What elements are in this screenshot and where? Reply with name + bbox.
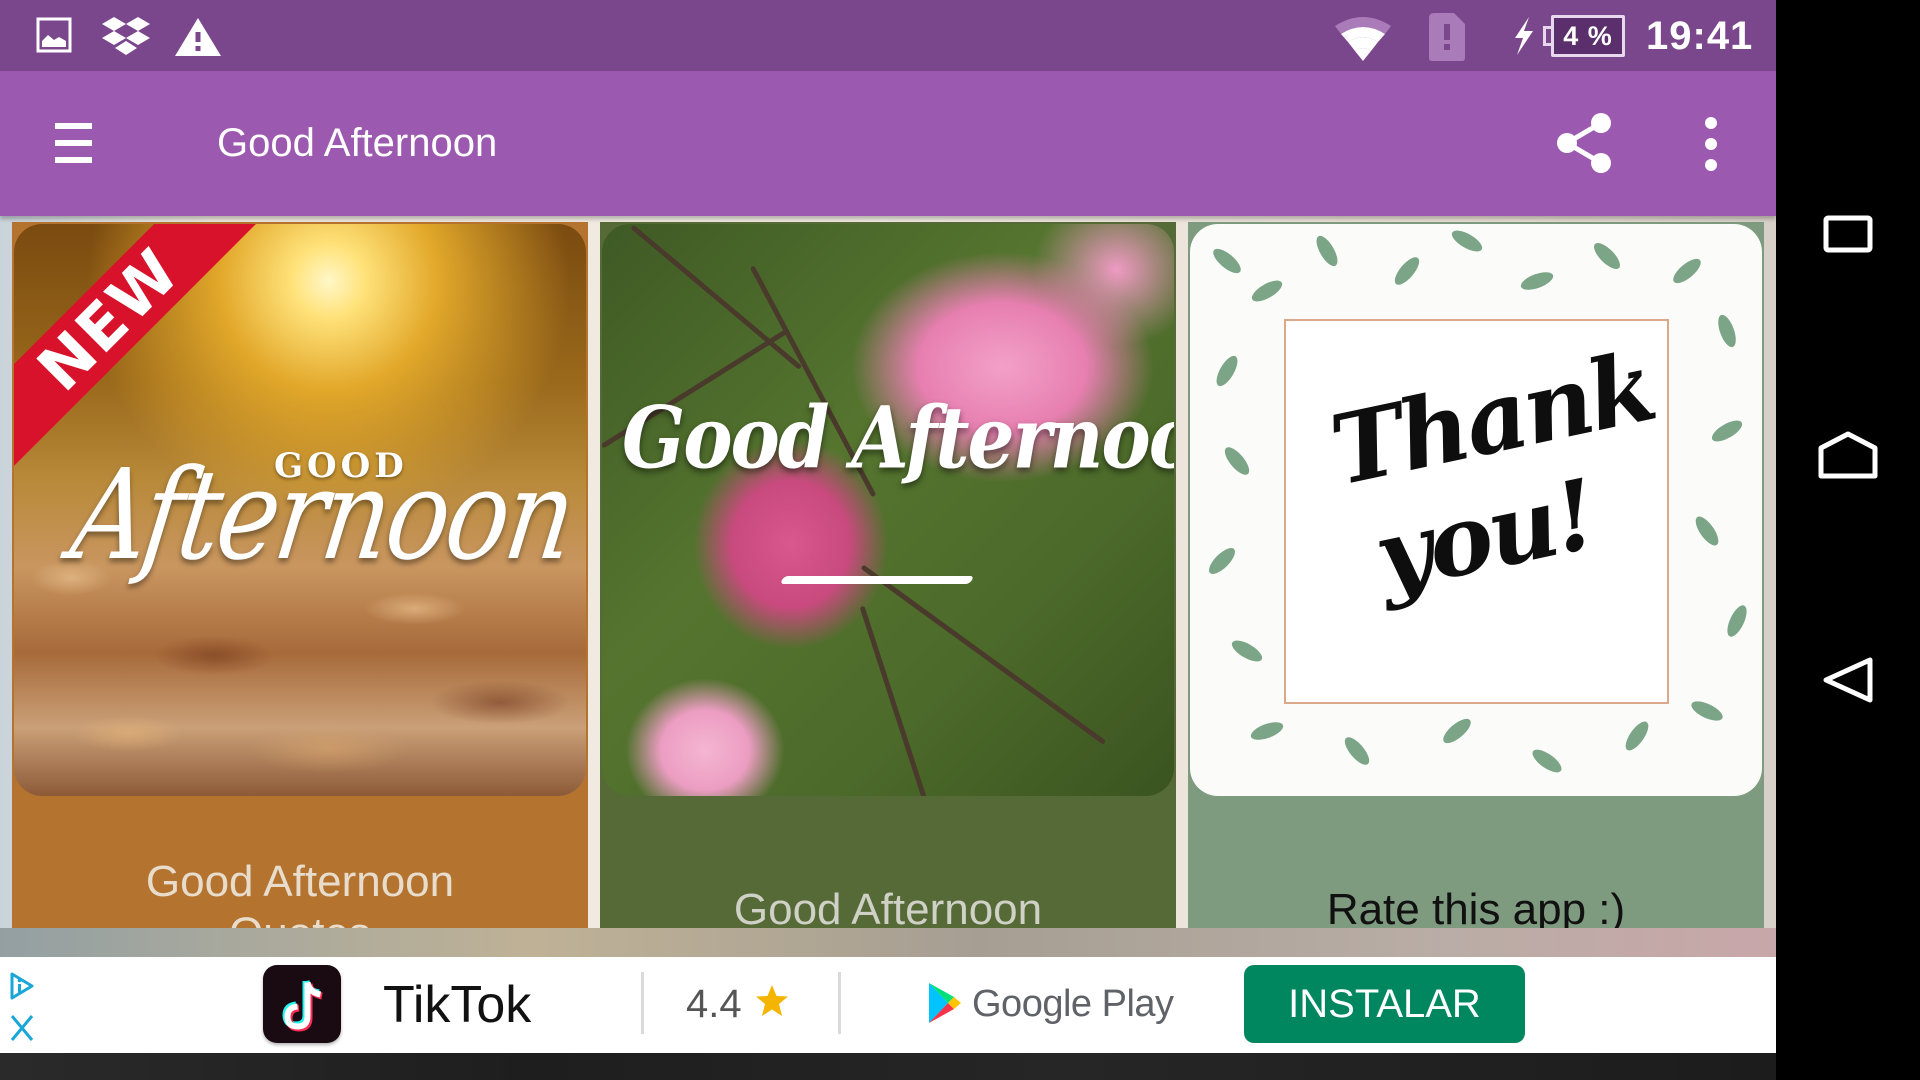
content-background-strip bbox=[0, 928, 1776, 957]
ad-banner[interactable]: TikTok 4.4 Google Play INSTALAR bbox=[0, 957, 1776, 1053]
caption-line-2: Quotes bbox=[12, 908, 588, 928]
dropbox-icon bbox=[102, 17, 150, 55]
home-icon bbox=[1818, 431, 1878, 479]
back-button[interactable] bbox=[1776, 625, 1920, 735]
ad-divider bbox=[838, 972, 841, 1034]
card-caption: Good Afternoon Quotes bbox=[12, 796, 588, 928]
ad-choices-icon[interactable] bbox=[8, 971, 36, 1001]
card-grid: NEW Afternoon GOOD Good Afternoon Quotes… bbox=[0, 216, 1776, 957]
share-icon[interactable] bbox=[1555, 111, 1613, 175]
caption-line-1: Good Afternoon bbox=[145, 857, 455, 906]
card-good-afternoon-quotes[interactable]: NEW Afternoon GOOD Good Afternoon Quotes bbox=[12, 222, 588, 928]
close-icon[interactable] bbox=[10, 1014, 34, 1042]
charging-icon bbox=[1515, 17, 1533, 55]
home-button[interactable] bbox=[1776, 400, 1920, 510]
gallery-icon bbox=[36, 17, 72, 53]
back-icon bbox=[1823, 657, 1873, 703]
google-play-icon bbox=[929, 983, 961, 1023]
bottom-strip bbox=[0, 1053, 1776, 1080]
battery-percent: 4 % bbox=[1563, 21, 1613, 51]
image-title: Good Afternoon bbox=[622, 389, 1174, 489]
page-title: Good Afternoon bbox=[217, 121, 498, 165]
battery-indicator: 4 % bbox=[1543, 15, 1625, 57]
card-image: NEW Afternoon GOOD bbox=[14, 224, 586, 796]
card-caption: Rate this app :) bbox=[1326, 885, 1626, 928]
tiktok-app-icon[interactable] bbox=[263, 965, 341, 1043]
google-play-label: Google Play bbox=[972, 983, 1174, 1025]
card-image: Good Afternoon bbox=[602, 224, 1174, 796]
install-button[interactable]: INSTALAR bbox=[1244, 965, 1525, 1043]
wifi-icon bbox=[1335, 17, 1391, 61]
status-bar: 4 % 19:41 bbox=[0, 0, 1776, 71]
image-subtitle: GOOD bbox=[274, 446, 408, 486]
ad-app-name: TikTok bbox=[383, 976, 532, 1034]
hamburger-icon[interactable] bbox=[55, 123, 92, 163]
navigation-bar bbox=[1776, 0, 1920, 1080]
card-caption: Good Afternoon bbox=[733, 885, 1043, 928]
card-rate-app[interactable]: Thank you! Rate this app :) bbox=[1188, 222, 1764, 928]
app-toolbar: Good Afternoon bbox=[0, 71, 1776, 216]
ad-divider bbox=[641, 972, 644, 1034]
card-image: Thank you! bbox=[1190, 224, 1762, 796]
clock: 19:41 bbox=[1646, 14, 1754, 58]
recents-button[interactable] bbox=[1776, 179, 1920, 289]
sim-alert-icon bbox=[1429, 13, 1465, 61]
more-vert-icon[interactable] bbox=[1700, 116, 1722, 172]
card-good-afternoon[interactable]: Good Afternoon Good Afternoon bbox=[600, 222, 1176, 928]
warning-icon bbox=[175, 18, 221, 56]
star-icon bbox=[756, 985, 788, 1016]
recents-icon bbox=[1823, 215, 1873, 253]
ad-rating: 4.4 bbox=[686, 982, 742, 1026]
